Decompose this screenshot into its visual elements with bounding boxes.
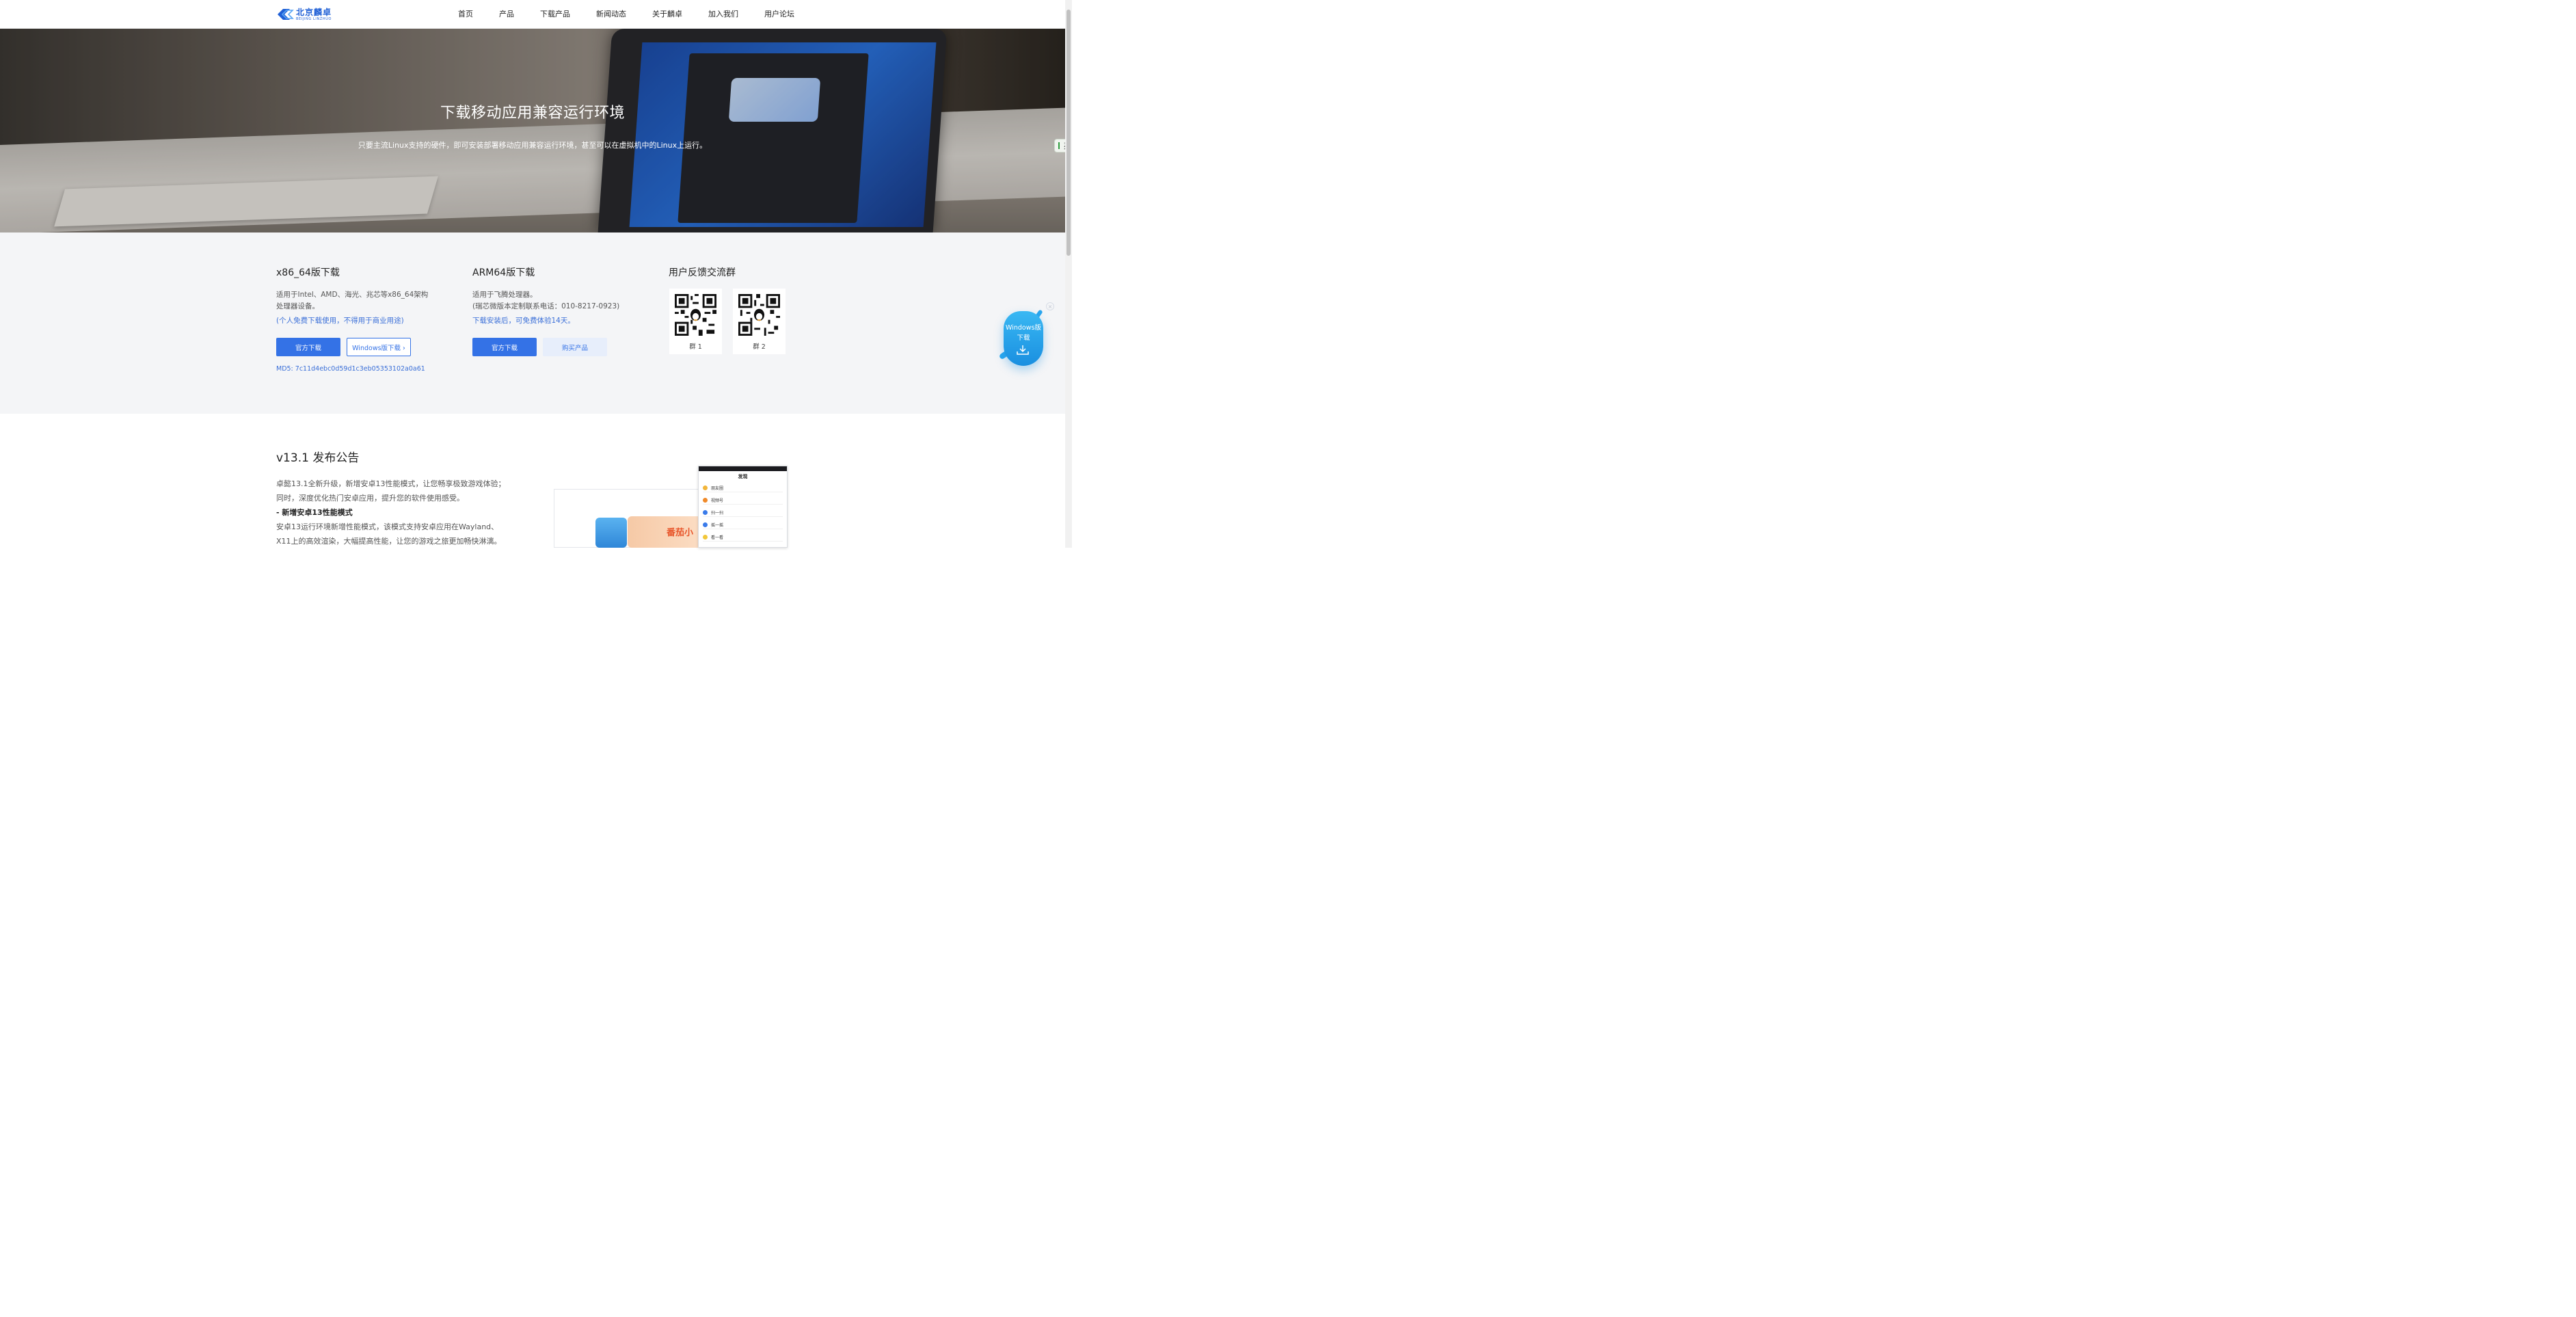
- release-heading-android13: - 新增安卓13性能模式: [276, 508, 353, 517]
- x86-license-note: (个人免费下载使用，不得用于商业用途): [276, 317, 404, 325]
- moments-icon: [703, 485, 708, 490]
- arm-download-column: ARM64版下载 适用于飞腾处理器。 (瑞芯微版本定制联系电话：010-8217…: [472, 265, 636, 356]
- qr-label-group2: 群 2: [753, 343, 766, 351]
- download-icon: [1017, 345, 1029, 355]
- qr-label-group1: 群 1: [689, 343, 702, 351]
- buy-product-button[interactable]: 购买产品: [543, 338, 607, 356]
- screenshot-banner-text: 番茄小: [667, 528, 694, 538]
- qr-code-group2: [738, 294, 780, 336]
- nav-item-forum[interactable]: 用户论坛: [764, 0, 794, 29]
- nav-item-about[interactable]: 关于麟卓: [652, 0, 682, 29]
- screenshot-row: 扫一扫: [703, 508, 783, 517]
- download-section: x86_64版下载 适用于Intel、AMD、海光、兆芯等x86_64架构 处理…: [0, 232, 1065, 414]
- x86-download-column: x86_64版下载 适用于Intel、AMD、海光、兆芯等x86_64架构 处理…: [276, 265, 433, 373]
- x86-description: 适用于Intel、AMD、海光、兆芯等x86_64架构 处理器设备。: [276, 291, 429, 310]
- x86-windows-download-button[interactable]: Windows版下载 ›: [347, 338, 411, 356]
- release-title: v13.1 发布公告: [276, 451, 360, 465]
- hero-title: 下载移动应用兼容运行环境: [440, 105, 625, 122]
- arm-title: ARM64版下载: [472, 267, 535, 278]
- screenshot-discover-title: 发现: [738, 474, 748, 479]
- arm-trial-note: 下载安装后，可免费体验14天。: [472, 317, 575, 325]
- logo-icon: [278, 9, 294, 20]
- feedback-column: 用户反馈交流群: [669, 265, 805, 279]
- top-navbar: 北京麟卓 BEIJING LINZHUO 首页 产品 下载产品 新闻动态 关于麟…: [0, 0, 1065, 29]
- qr-card-group2: 群 2: [733, 289, 786, 354]
- nav-item-home[interactable]: 首页: [458, 0, 473, 29]
- feedback-title: 用户反馈交流群: [669, 267, 736, 278]
- release-screenshot-phone: 发现 朋友圈 视频号 扫一扫 摇一摇 看一看: [698, 466, 788, 548]
- hero-banner: 下载移动应用兼容运行环境 只要主流Linux支持的硬件，即可安装部署移动应用兼容…: [0, 29, 1065, 232]
- x86-md5[interactable]: MD5: 7c11d4ebc0d59d1c3eb05353102a0a61: [276, 365, 433, 373]
- arm-official-download-button[interactable]: 官方下载: [472, 338, 537, 356]
- logo[interactable]: 北京麟卓 BEIJING LINZHUO: [276, 7, 332, 22]
- scan-icon: [703, 509, 708, 515]
- look-icon: [703, 534, 708, 540]
- qr-code-group1: [675, 294, 716, 336]
- nav-item-news[interactable]: 新闻动态: [596, 0, 626, 29]
- release-body: 卓懿13.1全新升级，新增安卓13性能模式，让您畅享极致游戏体验； 同时，深度优…: [276, 477, 536, 548]
- nav-item-products[interactable]: 产品: [499, 0, 514, 29]
- float-widget-label[interactable]: Windows版 下载: [1004, 323, 1043, 343]
- screenshot-banner-tile: [595, 518, 627, 548]
- page-scrollbar-thumb[interactable]: [1066, 10, 1071, 256]
- x86-title: x86_64版下载: [276, 267, 340, 278]
- screenshot-row: 看一看: [703, 533, 783, 542]
- language-tab-bar: [1058, 142, 1060, 149]
- nav-menu: 首页 产品 下载产品 新闻动态 关于麟卓 加入我们 用户论坛: [458, 0, 820, 29]
- nav-item-download[interactable]: 下载产品: [540, 0, 570, 29]
- logo-cn-text: 北京麟卓: [296, 7, 332, 17]
- x86-official-download-button[interactable]: 官方下载: [276, 338, 340, 356]
- screenshot-row: 视频号: [703, 496, 783, 505]
- shake-icon: [703, 522, 708, 527]
- hero-subtitle: 只要主流Linux支持的硬件，即可安装部署移动应用兼容运行环境，甚至可以在虚拟机…: [358, 141, 708, 150]
- nav-item-join[interactable]: 加入我们: [708, 0, 738, 29]
- screenshot-row: 朋友圈: [703, 483, 783, 492]
- float-close-button[interactable]: ×: [1046, 302, 1054, 310]
- arm-description: 适用于飞腾处理器。 (瑞芯微版本定制联系电话：010-8217-0923): [472, 291, 620, 310]
- qr-card-group1: 群 1: [669, 289, 722, 354]
- logo-en-text: BEIJING LINZHUO: [296, 16, 332, 21]
- screenshot-row: 摇一摇: [703, 520, 783, 529]
- channels-icon: [703, 497, 708, 503]
